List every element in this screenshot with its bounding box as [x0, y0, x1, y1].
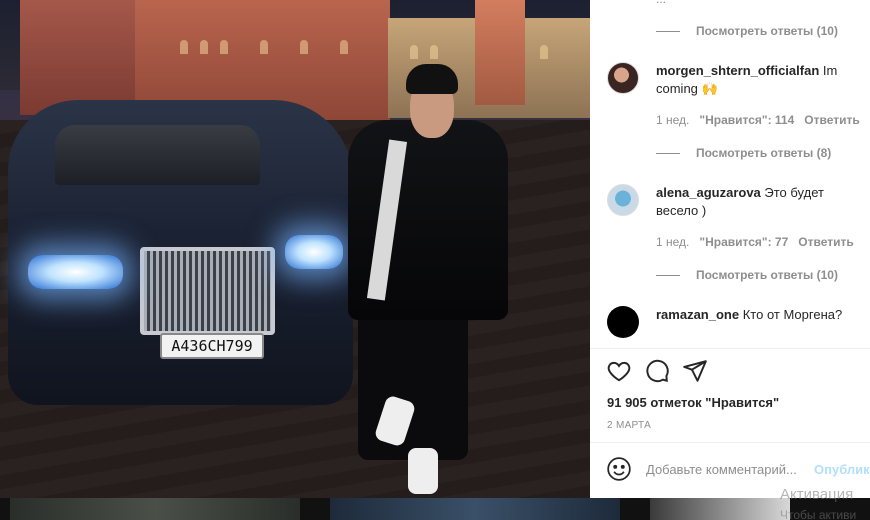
comment-likes[interactable]: "Нравится": 114: [699, 113, 794, 127]
person-legs: [358, 300, 468, 460]
comment-username[interactable]: ramazan_one: [656, 307, 739, 322]
add-comment-bar: Добавьте комментарий... Опубликовать: [606, 456, 870, 482]
comment-bubble-icon[interactable]: [644, 358, 670, 384]
comment-meta: 1 нед. "Нравится": 77 Ответить: [656, 235, 854, 249]
sneaker-right: [408, 448, 438, 494]
comment-likes[interactable]: "Нравится": 77: [699, 235, 788, 249]
window: [430, 45, 438, 59]
post-button[interactable]: Опубликовать: [814, 462, 870, 477]
view-replies-label: Посмотреть ответы (10): [696, 24, 838, 38]
comment-body: Кто от Моргена?: [742, 307, 843, 322]
comment-text: alena_aguzarova Это будет весело ): [656, 184, 866, 220]
comment-time[interactable]: 1 нед.: [656, 113, 689, 127]
comment-input[interactable]: Добавьте комментарий...: [646, 462, 797, 477]
view-replies-button[interactable]: Посмотреть ответы (8): [656, 146, 831, 160]
post-side-panel: ... Посмотреть ответы (10) morgen_shtern…: [590, 0, 870, 498]
view-replies-button[interactable]: Посмотреть ответы (10): [656, 268, 838, 282]
window: [200, 40, 208, 54]
thumbnail[interactable]: [330, 498, 620, 520]
view-replies-label: Посмотреть ответы (8): [696, 146, 832, 160]
thumbnail[interactable]: [650, 498, 790, 520]
window: [220, 40, 228, 54]
license-plate: А436СН799: [160, 333, 264, 359]
replies-dash: [656, 30, 680, 32]
window: [260, 40, 268, 54]
replies-dash: [656, 152, 680, 154]
comment-text: morgen_shtern_officialfan Im coming 🙌: [656, 62, 866, 98]
paper-plane-icon[interactable]: [682, 358, 708, 384]
post-actions: [606, 358, 708, 384]
avatar[interactable]: [607, 306, 639, 338]
view-replies-button[interactable]: Посмотреть ответы (10): [656, 24, 838, 38]
heart-icon[interactable]: [606, 358, 632, 384]
window: [180, 40, 188, 54]
post-date[interactable]: 2 МАРТА: [607, 420, 651, 431]
window: [410, 45, 418, 59]
activation-watermark: Активация: [780, 486, 854, 503]
comment-time[interactable]: 1 нед.: [656, 235, 689, 249]
smiley-icon[interactable]: [606, 456, 632, 482]
kremlin-tower: [475, 0, 525, 105]
activation-watermark-sub: Чтобы активи: [780, 508, 857, 520]
beanie: [406, 64, 458, 94]
comment-text: ramazan_one Кто от Моргена?: [656, 306, 866, 324]
car-windshield: [55, 125, 260, 185]
comment-username[interactable]: alena_aguzarova: [656, 185, 761, 200]
window: [300, 40, 308, 54]
comment-username[interactable]: morgen_shtern_officialfan: [656, 63, 819, 78]
divider: [590, 442, 870, 443]
car-grille: [140, 247, 275, 335]
avatar[interactable]: [607, 62, 639, 94]
avatar[interactable]: [607, 184, 639, 216]
replies-dash: [656, 274, 680, 276]
building-left: [20, 0, 140, 115]
post-photo[interactable]: А436СН799: [0, 0, 590, 498]
comments-list[interactable]: ... Посмотреть ответы (10) morgen_shtern…: [590, 0, 870, 348]
cut-off-text: ...: [656, 0, 666, 6]
view-replies-label: Посмотреть ответы (10): [696, 268, 838, 282]
window: [540, 45, 548, 59]
reply-button[interactable]: Ответить: [798, 235, 853, 249]
window: [340, 40, 348, 54]
divider: [590, 348, 870, 349]
comment-meta: 1 нед. "Нравится": 114 Ответить: [656, 113, 860, 127]
headlight-left: [28, 255, 123, 289]
reply-button[interactable]: Ответить: [804, 113, 859, 127]
headlight-right: [285, 235, 343, 269]
likes-count[interactable]: 91 905 отметок "Нравится": [607, 395, 779, 410]
thumbnail[interactable]: [10, 498, 300, 520]
